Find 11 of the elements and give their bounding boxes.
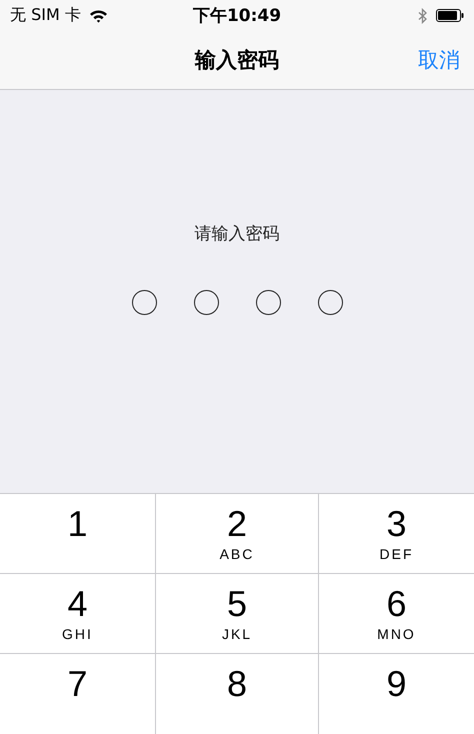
- bluetooth-icon: [418, 8, 428, 24]
- wifi-icon: [88, 8, 108, 23]
- keypad-key[interactable]: 4 GHI: [0, 574, 156, 654]
- keypad-key[interactable]: 2 ABC: [156, 494, 319, 574]
- keypad-key[interactable]: 5 JKL: [156, 574, 319, 654]
- battery-icon: [436, 9, 464, 22]
- nav-title: 输入密码: [195, 47, 279, 74]
- carrier-label: 无 SIM 卡: [10, 5, 81, 26]
- passcode-prompt: 请输入密码: [194, 223, 280, 246]
- status-time: 下午10:49: [192, 5, 282, 28]
- keypad-key[interactable]: 1: [0, 494, 156, 574]
